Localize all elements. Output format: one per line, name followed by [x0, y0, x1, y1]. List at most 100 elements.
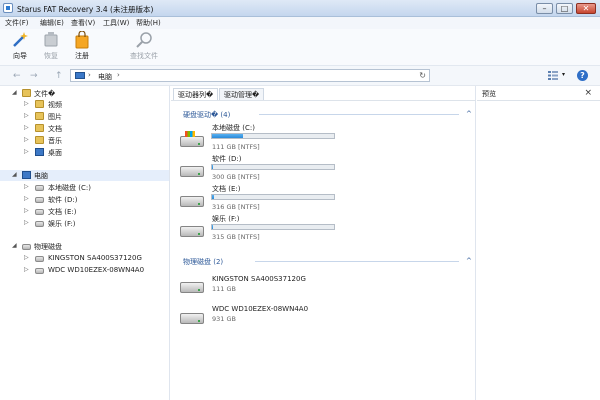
- drive-name[interactable]: 娱乐 (F:): [212, 214, 240, 224]
- expand-icon[interactable]: ▷: [24, 183, 29, 190]
- tree-item-drive-c[interactable]: ▷ 本地磁盘 (C:): [0, 182, 169, 193]
- disk-name[interactable]: KINGSTON SA400S37120G: [212, 275, 306, 283]
- tab-driver-list[interactable]: 驱动器列�: [173, 88, 219, 100]
- section-divider: [255, 261, 459, 262]
- collapse-icon[interactable]: ◢: [12, 171, 17, 178]
- folder-icon: [35, 112, 44, 120]
- folder-icon: [35, 124, 44, 132]
- register-label: 注册: [75, 52, 89, 60]
- drive-size: 111 GB [NTFS]: [212, 143, 260, 151]
- breadcrumb-separator: ›: [88, 71, 91, 79]
- up-button[interactable]: ↑: [55, 71, 63, 81]
- menu-edit[interactable]: 编辑(E): [40, 18, 64, 28]
- drive-icon: [35, 221, 44, 227]
- collapse-section-icon[interactable]: ^: [466, 110, 472, 118]
- menu-help[interactable]: 帮助(H): [136, 18, 161, 28]
- tree-item-files[interactable]: ◢ 文件�: [0, 88, 169, 99]
- breadcrumb-separator: ›: [117, 71, 120, 79]
- expand-icon[interactable]: ▷: [24, 207, 29, 214]
- tree-item-videos[interactable]: ▷ 视频: [0, 99, 169, 110]
- restore-icon: [44, 32, 58, 47]
- help-icon[interactable]: ?: [577, 70, 588, 81]
- disk-icon: [180, 313, 204, 324]
- expand-icon[interactable]: ▷: [24, 124, 29, 131]
- section-title-hard-drives: 硬盘驱动� (4): [183, 111, 231, 119]
- tree-item-computer[interactable]: ◢ 电脑: [0, 170, 169, 181]
- title-bar: Starus FAT Recovery 3.4 (未注册版本) – □ ✕: [0, 0, 600, 17]
- expand-icon[interactable]: ▷: [24, 219, 29, 226]
- close-button[interactable]: ✕: [576, 3, 596, 14]
- shopping-bag-icon: [75, 31, 89, 49]
- tree-item-documents[interactable]: ▷ 文档: [0, 123, 169, 134]
- back-button[interactable]: ←: [13, 71, 21, 81]
- drive-name[interactable]: 本地磁盘 (C:): [212, 123, 255, 133]
- tree-item-drive-d[interactable]: ▷ 软件 (D:): [0, 194, 169, 205]
- tree-label: 物理磁盘: [34, 243, 62, 251]
- system-drive-icon: [35, 185, 44, 191]
- app-icon: [3, 3, 13, 13]
- expand-icon[interactable]: ▷: [24, 266, 29, 273]
- restore-label: 恢复: [44, 52, 58, 60]
- tree-item-music[interactable]: ▷ 音乐: [0, 135, 169, 146]
- usage-bar: [211, 164, 335, 170]
- tab-driver-management[interactable]: 驱动管理�: [219, 88, 265, 100]
- expand-icon[interactable]: ▷: [24, 254, 29, 261]
- tree-label: 图片: [48, 113, 62, 121]
- collapse-icon[interactable]: ◢: [12, 242, 17, 249]
- folder-tree: ◢ 文件� ▷ 视频 ▷ 图片 ▷ 文档 ▷ 音乐 ▷ 桌面 ◢ 电脑 ▷ 本地…: [0, 86, 170, 400]
- drive-name[interactable]: 软件 (D:): [212, 154, 241, 164]
- drive-icon: [180, 226, 204, 237]
- wizard-label: 向导: [13, 52, 27, 60]
- section-title-physical-disks: 物理磁盘 (2): [183, 258, 224, 266]
- expand-icon[interactable]: ▷: [24, 112, 29, 119]
- expand-icon[interactable]: ▷: [24, 136, 29, 143]
- close-preview-icon[interactable]: ×: [584, 88, 592, 98]
- forward-button[interactable]: →: [30, 71, 38, 81]
- address-bar: ← → ↑ › 电脑 › ↻ ▾ ?: [0, 66, 600, 86]
- maximize-button[interactable]: □: [556, 3, 573, 14]
- drive-name[interactable]: 文档 (E:): [212, 184, 240, 194]
- computer-icon: [75, 72, 85, 79]
- tree-item-drive-e[interactable]: ▷ 文档 (E:): [0, 206, 169, 217]
- menu-file[interactable]: 文件(F): [5, 18, 29, 28]
- refresh-icon[interactable]: ↻: [419, 71, 426, 80]
- usage-fill: [212, 225, 214, 229]
- windows-logo-icon: [185, 131, 195, 137]
- tree-item-desktop[interactable]: ▷ 桌面: [0, 147, 169, 158]
- find-files-label: 查找文件: [130, 52, 158, 60]
- drive-icon: [180, 166, 204, 177]
- tree-item-physical-disks[interactable]: ◢ 物理磁盘: [0, 241, 169, 252]
- view-dropdown-icon[interactable]: ▾: [562, 71, 565, 78]
- disk-size: 931 GB: [212, 315, 236, 323]
- register-button[interactable]: 注册: [65, 31, 99, 61]
- expand-icon[interactable]: ▷: [24, 100, 29, 107]
- folder-icon: [22, 89, 31, 97]
- menu-tools[interactable]: 工具(W): [103, 18, 129, 28]
- wizard-button[interactable]: 向导: [3, 31, 37, 61]
- expand-icon[interactable]: ▷: [24, 148, 29, 155]
- address-field[interactable]: › 电脑 › ↻: [70, 69, 430, 82]
- tree-item-kingston[interactable]: ▷ KINGSTON SA400S37120G: [0, 253, 169, 264]
- disk-name[interactable]: WDC WD10EZEX-08WN4A0: [212, 305, 308, 313]
- minimize-button[interactable]: –: [536, 3, 553, 14]
- desktop-icon: [35, 148, 44, 156]
- tree-label: 音乐: [48, 137, 62, 145]
- tree-item-wdc[interactable]: ▷ WDC WD10EZEX-08WN4A0: [0, 265, 169, 276]
- preview-header: 预览 ×: [477, 86, 600, 101]
- tree-label: 娱乐 (F:): [48, 220, 76, 228]
- tree-label: 本地磁盘 (C:): [48, 184, 91, 192]
- menu-view[interactable]: 查看(V): [71, 18, 95, 28]
- system-drive-icon: [180, 136, 204, 147]
- restore-button[interactable]: 恢复: [34, 31, 68, 61]
- tree-item-pictures[interactable]: ▷ 图片: [0, 111, 169, 122]
- view-mode-icon[interactable]: [548, 71, 558, 80]
- collapse-icon[interactable]: ◢: [12, 89, 17, 96]
- breadcrumb-computer[interactable]: 电脑: [98, 72, 112, 82]
- find-files-button[interactable]: 查找文件: [127, 31, 161, 61]
- tree-label: 文档: [48, 125, 62, 133]
- collapse-section-icon[interactable]: ^: [466, 257, 472, 265]
- expand-icon[interactable]: ▷: [24, 195, 29, 202]
- disk-icon: [180, 282, 204, 293]
- tree-item-drive-f[interactable]: ▷ 娱乐 (F:): [0, 218, 169, 229]
- preview-pane: 预览 ×: [477, 86, 600, 400]
